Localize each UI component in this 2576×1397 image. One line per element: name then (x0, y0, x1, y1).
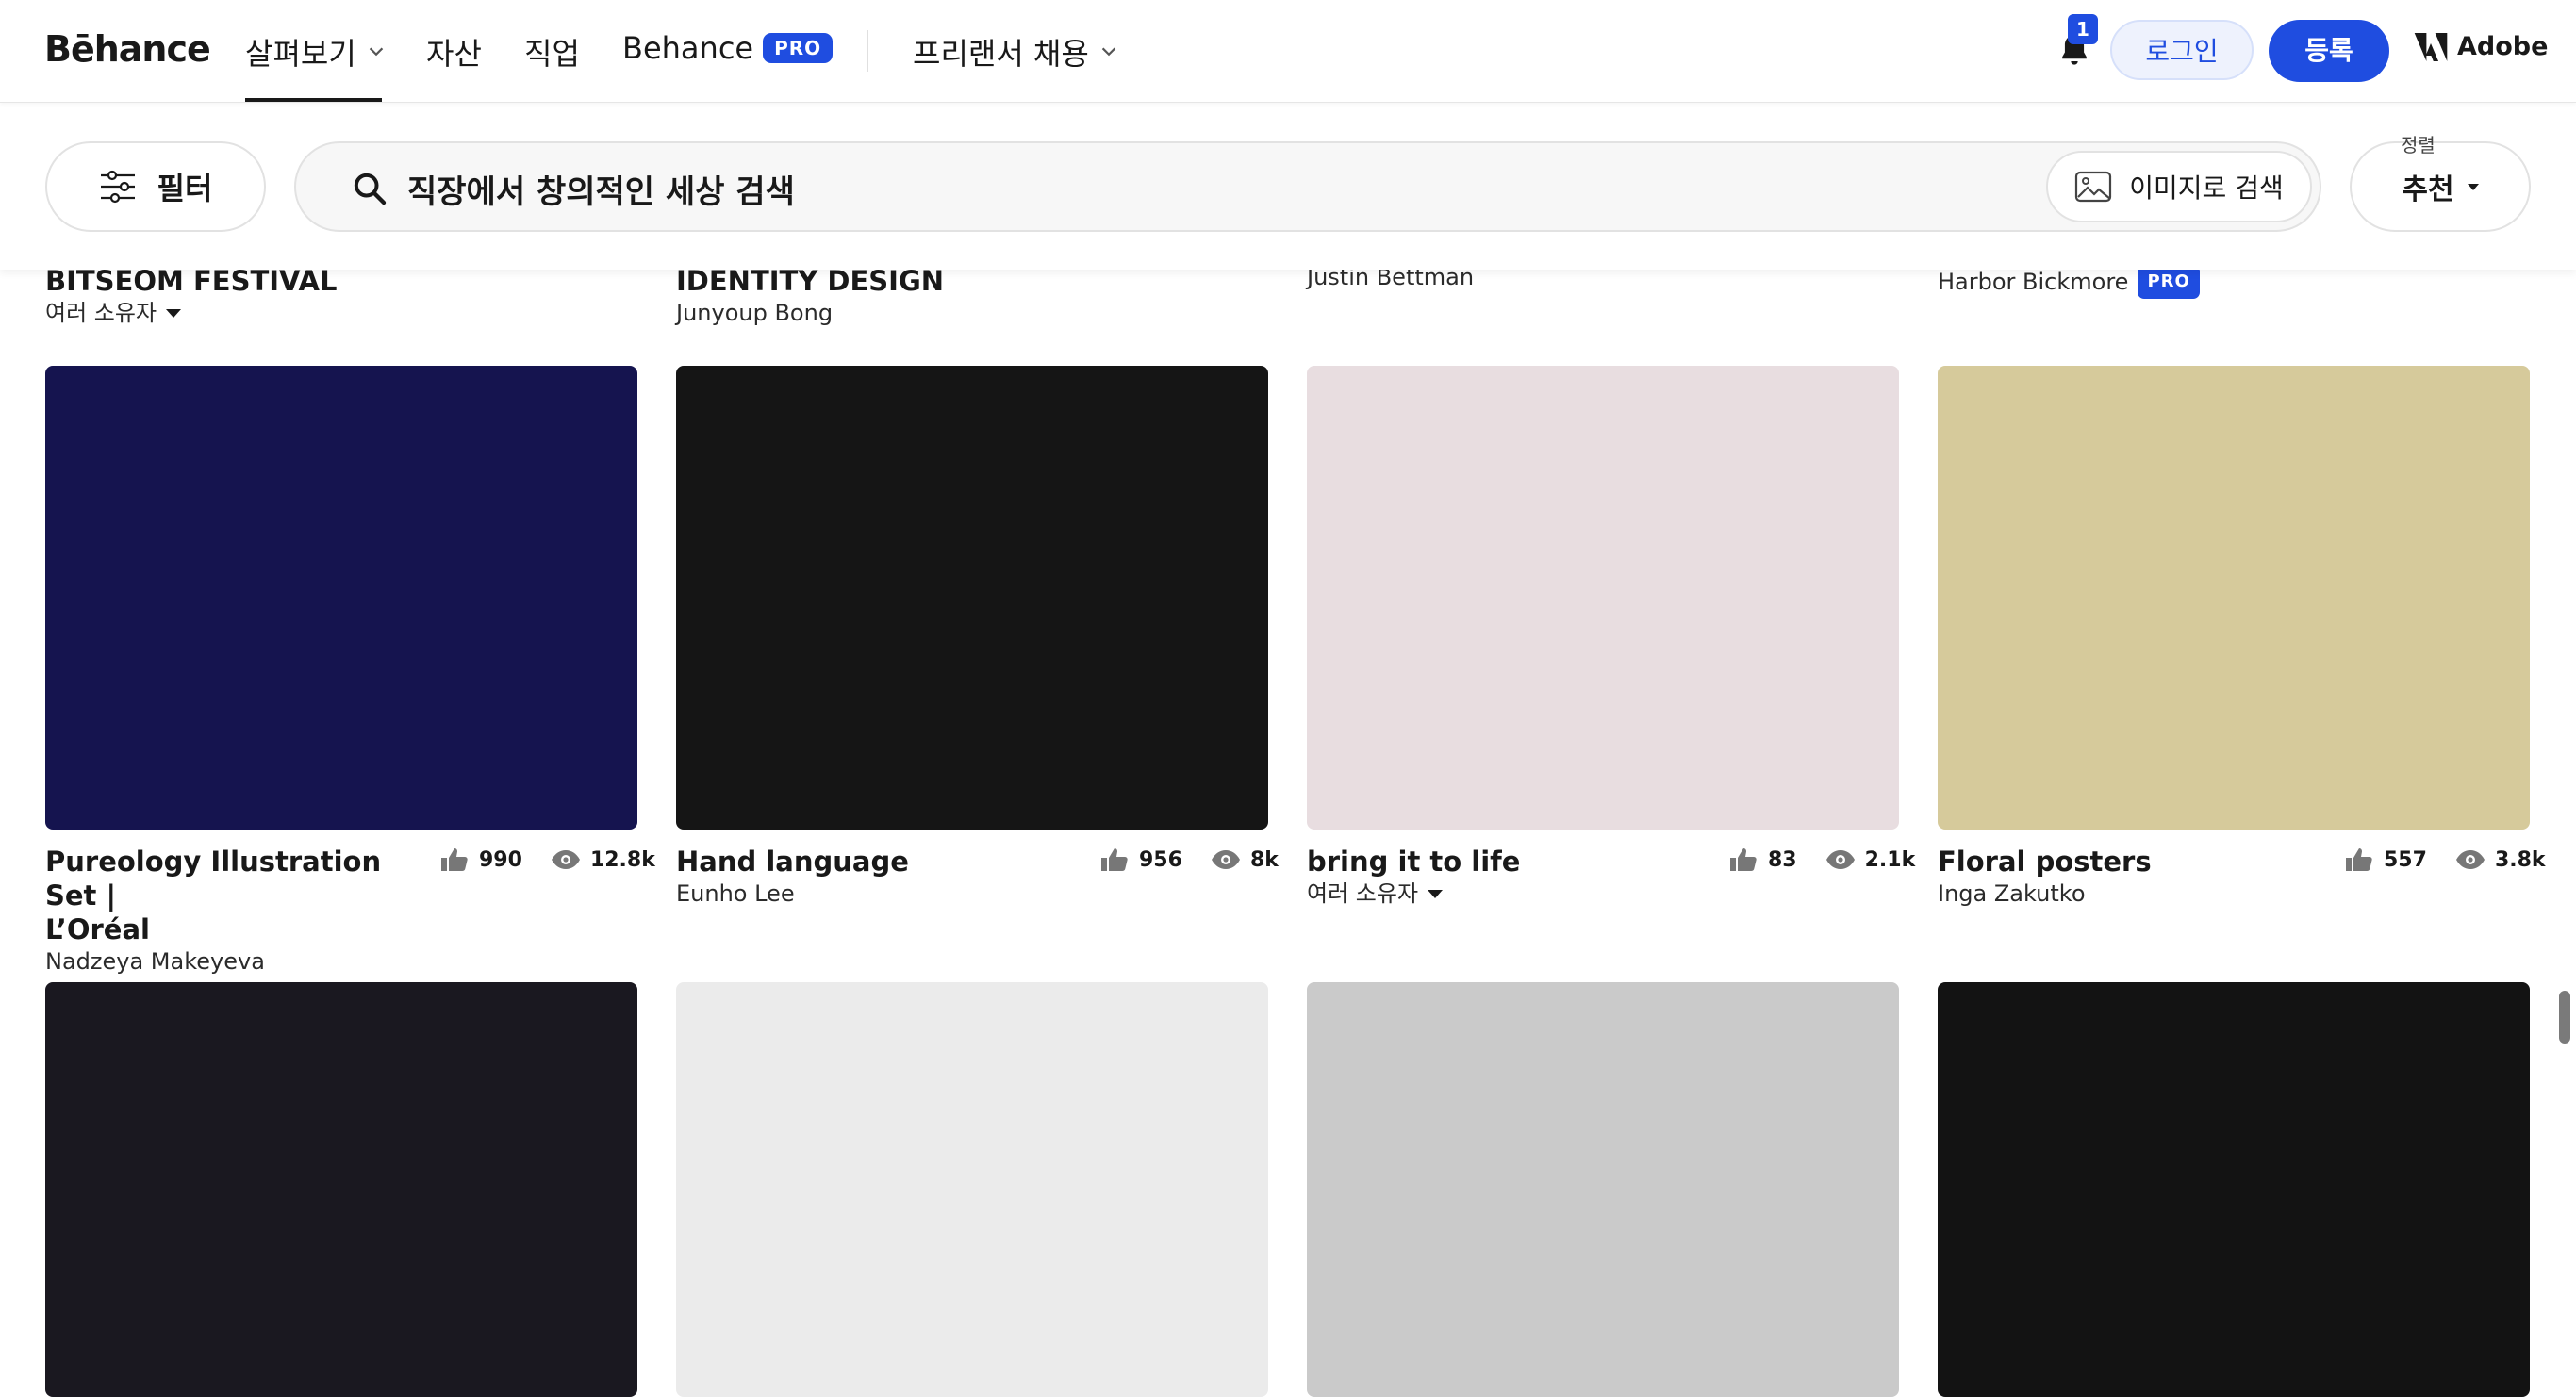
caret-down-icon (166, 308, 182, 318)
project-thumbnail[interactable] (1938, 982, 2530, 1397)
owner-name: Inga Zakutko (1938, 880, 2086, 907)
project-thumbnail[interactable] (1307, 366, 1899, 830)
search-placeholder: 직장에서 창의적인 세상 검색 (407, 173, 795, 211)
project-title[interactable]: Hand language (676, 845, 1053, 879)
eye-icon (551, 850, 580, 869)
sort-value: 추천 (2402, 173, 2454, 206)
owner-name: Harbor Bickmore (1938, 269, 2129, 295)
project-thumbnail[interactable] (45, 982, 637, 1397)
project-thumbnail[interactable] (1938, 366, 2530, 830)
behance-logo[interactable]: Bēhance (44, 28, 211, 70)
project-meta: bring it to life 여러 소유자 (1307, 845, 1684, 909)
eye-icon (2455, 850, 2485, 869)
nav-hire-freelancer[interactable]: 프리랜서 채용 (913, 30, 1119, 74)
nav-explore[interactable]: 살펴보기 (245, 30, 387, 74)
like-count: 990 (479, 847, 522, 872)
view-count: 8k (1249, 847, 1279, 872)
login-button[interactable]: 로그인 (2110, 20, 2254, 80)
view-count: 12.8k (589, 847, 655, 872)
owner-name: Junyoup Bong (676, 300, 834, 326)
caret-down-icon (1428, 889, 1444, 898)
notification-count-badge: 1 (2068, 14, 2098, 44)
top-navigation: Bēhance 살펴보기 자산 직업 Behance PRO 프리랜서 채용 1… (0, 0, 2576, 103)
nav-hire-label: 프리랜서 채용 (913, 36, 1089, 72)
project-owner[interactable]: 여러 소유자 (45, 298, 637, 328)
search-toolbar: 필터 직장에서 창의적인 세상 검색 이미지로 검색 추천 정렬 (0, 102, 2576, 270)
sort-caption: 정렬 (2401, 134, 2436, 156)
project-title[interactable]: bring it to life (1307, 845, 1684, 879)
nav-divider (867, 30, 868, 72)
thumbs-up-icon (1730, 848, 1757, 871)
thumbs-up-icon (1101, 848, 1128, 871)
pro-badge: PRO (763, 33, 834, 63)
project-stats: 956 8k (1099, 846, 1279, 873)
owner-name: Nadzeya Makeyeva (45, 948, 265, 975)
pro-badge: PRO (2138, 265, 2200, 299)
project-meta: Harbor Bickmore PRO (1938, 265, 2530, 299)
eye-icon (1211, 850, 1240, 869)
filter-label: 필터 (157, 171, 213, 206)
sliders-icon (100, 170, 135, 204)
project-thumbnail[interactable] (1307, 982, 1899, 1397)
chevron-down-icon (1101, 47, 1116, 57)
project-thumbnail[interactable] (45, 366, 637, 830)
owner-name: 여러 소유자 (1307, 880, 1419, 907)
project-owner[interactable]: Nadzeya Makeyeva (45, 946, 422, 977)
signup-button[interactable]: 등록 (2269, 20, 2389, 82)
scrollbar-thumb[interactable] (2559, 991, 2570, 1044)
project-title[interactable]: Floral posters (1938, 845, 2315, 879)
project-meta: Pureology Illustration Set | L’Oréal Nad… (45, 845, 422, 977)
owner-name: 여러 소유자 (45, 300, 157, 326)
adobe-logo-icon (2414, 32, 2448, 61)
filter-button[interactable]: 필터 (45, 141, 266, 232)
project-stats: 557 3.8k (2344, 846, 2546, 873)
project-owner[interactable]: 여러 소유자 (1307, 879, 1684, 909)
nav-explore-label: 살펴보기 (245, 36, 356, 72)
owner-name: Eunho Lee (676, 880, 795, 907)
nav-jobs[interactable]: 직업 (524, 30, 580, 74)
project-meta: BITSEOM FESTIVAL 여러 소유자 (45, 264, 637, 328)
project-thumbnail[interactable] (676, 982, 1268, 1397)
image-icon (2075, 171, 2112, 203)
nav-active-indicator (245, 98, 382, 102)
project-meta: IDENTITY DESIGN Junyoup Bong (676, 264, 1268, 328)
like-count: 83 (1768, 847, 1797, 872)
search-input[interactable]: 직장에서 창의적인 세상 검색 이미지로 검색 (294, 141, 2321, 232)
image-search-label: 이미지로 검색 (2129, 173, 2284, 204)
project-owner[interactable]: Junyoup Bong (676, 298, 1268, 328)
image-search-button[interactable]: 이미지로 검색 (2046, 151, 2312, 222)
project-owner[interactable]: Eunho Lee (676, 879, 1053, 909)
nav-assets-label: 자산 (426, 36, 482, 72)
nav-behance-pro[interactable]: Behance PRO (622, 30, 834, 66)
chevron-down-icon (369, 47, 383, 57)
nav-jobs-label: 직업 (524, 36, 580, 72)
project-stats: 83 2.1k (1728, 846, 1915, 873)
adobe-label: Adobe (2457, 32, 2549, 61)
caret-down-icon (2467, 183, 2479, 190)
eye-icon (1825, 850, 1855, 869)
search-icon (354, 173, 387, 205)
project-meta: Floral posters Inga Zakutko (1938, 845, 2315, 909)
project-title-line-2[interactable]: L’Oréal (45, 912, 422, 946)
project-meta: Hand language Eunho Lee (676, 845, 1053, 909)
like-count: 557 (2384, 847, 2427, 872)
thumbs-up-icon (2346, 848, 2372, 871)
thumbs-up-icon (441, 848, 468, 871)
adobe-link[interactable]: Adobe (2414, 32, 2548, 61)
project-stats: 990 12.8k (439, 846, 655, 873)
view-count: 2.1k (1864, 847, 1916, 872)
project-owner[interactable]: Harbor Bickmore PRO (1938, 265, 2530, 299)
project-owner[interactable]: Inga Zakutko (1938, 879, 2315, 909)
project-thumbnail[interactable] (676, 366, 1268, 830)
nav-behance-pro-label: Behance (622, 30, 754, 66)
nav-assets[interactable]: 자산 (426, 30, 482, 74)
view-count: 3.8k (2494, 847, 2546, 872)
project-title-line-1[interactable]: Pureology Illustration Set | (45, 845, 422, 912)
sort-dropdown[interactable]: 추천 (2350, 141, 2531, 232)
like-count: 956 (1139, 847, 1182, 872)
